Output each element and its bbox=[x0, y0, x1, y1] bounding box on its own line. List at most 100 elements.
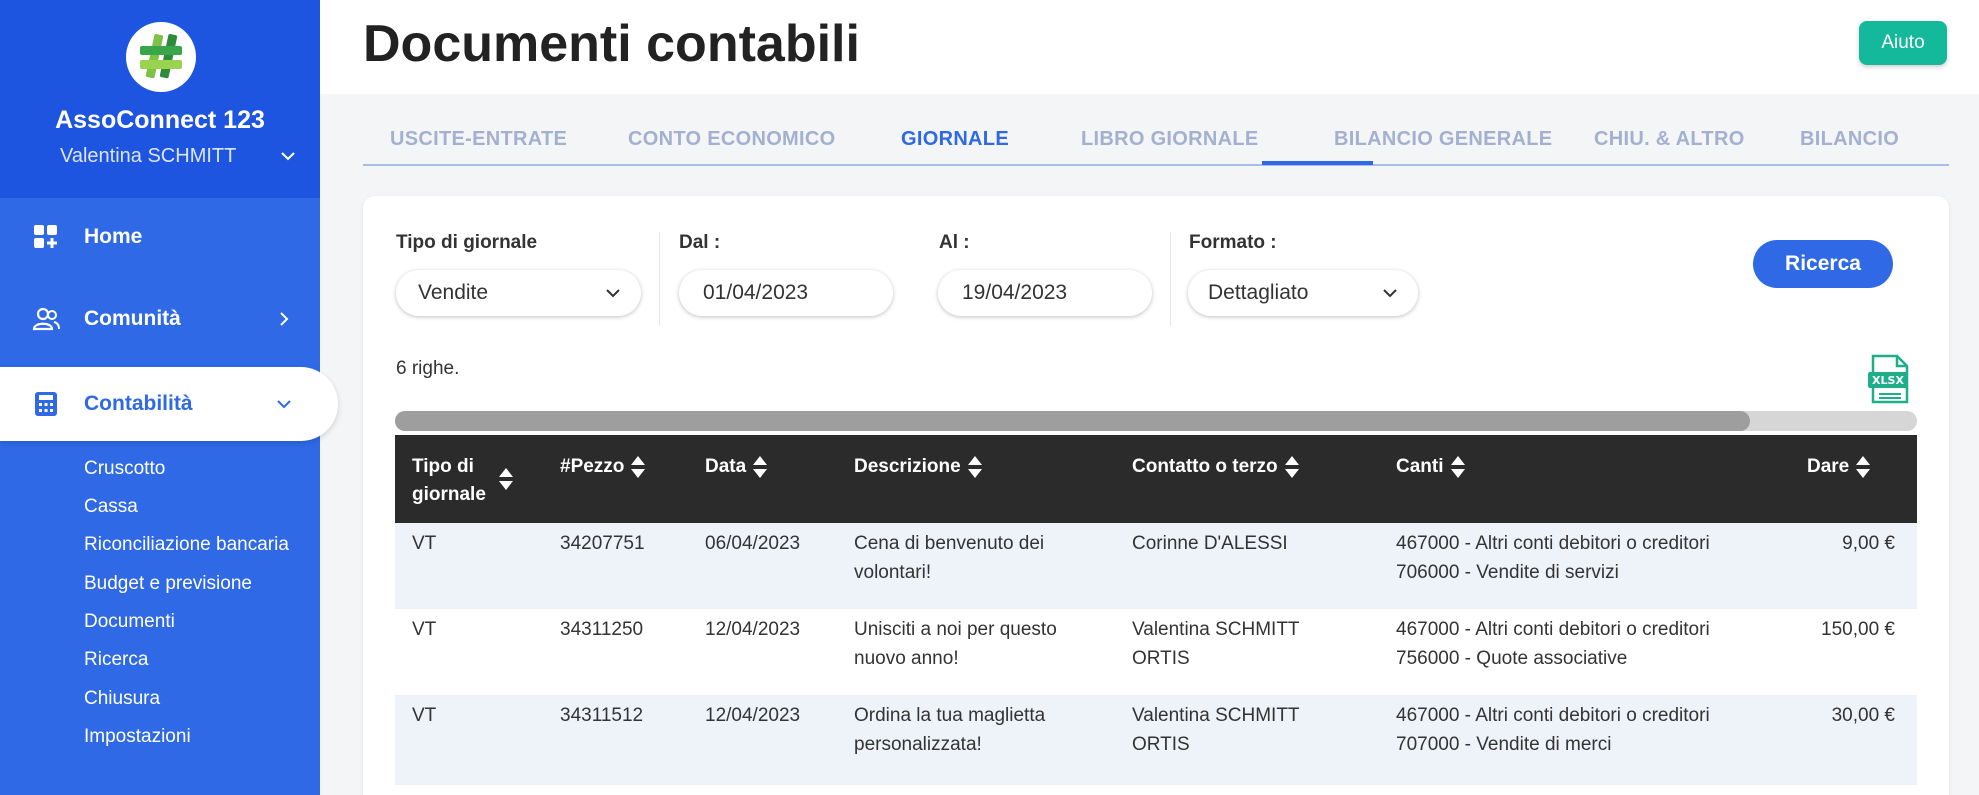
from-date-input[interactable]: 01/04/2023 bbox=[679, 270, 893, 316]
xlsx-file-icon[interactable]: XLSX bbox=[1867, 354, 1911, 404]
from-date-label: Dal : bbox=[679, 232, 721, 253]
sub-item-documents[interactable]: Documenti bbox=[84, 611, 175, 633]
cell-piece: 34311512 bbox=[560, 705, 644, 726]
header-contact[interactable]: Contatto o terzo bbox=[1132, 453, 1300, 481]
header-label: #Pezzo bbox=[560, 456, 625, 477]
header-debit[interactable]: Dare bbox=[1807, 453, 1871, 481]
sub-item-closing[interactable]: Chiusura bbox=[84, 688, 160, 710]
sub-item-search[interactable]: Ricerca bbox=[84, 649, 148, 671]
description-line: Unisciti a noi per questo bbox=[854, 619, 1057, 640]
sub-item-cassa[interactable]: Cassa bbox=[84, 496, 138, 518]
tab-bilancio-generale[interactable]: BILANCIO GENERALE bbox=[1334, 128, 1552, 151]
sort-icon bbox=[753, 455, 768, 478]
description-line: Cena di benvenuto dei bbox=[854, 533, 1045, 554]
account-line: 756000 - Quote associative bbox=[1396, 648, 1628, 669]
tab-giornale[interactable]: GIORNALE bbox=[901, 128, 1009, 151]
table-row[interactable]: VT 34207751 06/04/2023 Cena di benvenuto… bbox=[395, 523, 1917, 609]
header-accounts[interactable]: Canti bbox=[1396, 453, 1466, 481]
chevron-down-icon bbox=[606, 289, 620, 298]
cell-accounts: 467000 - Altri conti debitori o creditor… bbox=[1396, 615, 1710, 673]
contact-line: Valentina SCHMITT bbox=[1132, 705, 1300, 726]
nav-item-community[interactable]: Comunità bbox=[0, 282, 320, 356]
cell-accounts: 467000 - Altri conti debitori o creditor… bbox=[1396, 529, 1710, 587]
from-date-value: 01/04/2023 bbox=[703, 281, 809, 304]
svg-text:XLSX: XLSX bbox=[1872, 374, 1904, 387]
journal-type-value: Vendite bbox=[418, 281, 489, 304]
format-value: Dettagliato bbox=[1208, 281, 1309, 304]
cell-debit: 30,00 € bbox=[1831, 705, 1895, 726]
organization-name: AssoConnect 123 bbox=[55, 106, 265, 134]
nav-label-community: Comunità bbox=[84, 307, 181, 330]
horizontal-scrollbar[interactable] bbox=[395, 411, 1917, 431]
user-name[interactable]: Valentina SCHMITT bbox=[60, 145, 236, 168]
page-title: Documenti contabili bbox=[363, 15, 860, 73]
tab-conto-economico[interactable]: CONTO ECONOMICO bbox=[628, 128, 835, 151]
header-label: Descrizione bbox=[854, 456, 961, 477]
header-label: Contatto o terzo bbox=[1132, 456, 1278, 477]
cell-debit: 150,00 € bbox=[1821, 619, 1895, 640]
sort-icon bbox=[967, 455, 982, 478]
account-line: 707000 - Vendite di merci bbox=[1396, 734, 1612, 755]
organization-logo[interactable] bbox=[126, 22, 196, 92]
table-row[interactable]: VT 34311512 12/04/2023 Ordina la tua mag… bbox=[395, 695, 1917, 785]
contact-line: Valentina SCHMITT bbox=[1132, 619, 1300, 640]
contact-line: Corinne D'ALESSI bbox=[1132, 533, 1288, 554]
account-line: 467000 - Altri conti debitori o creditor… bbox=[1396, 533, 1710, 554]
cell-date: 12/04/2023 bbox=[705, 619, 801, 640]
header-label: Dare bbox=[1807, 456, 1850, 477]
sub-item-budget[interactable]: Budget e previsione bbox=[84, 573, 252, 595]
format-label: Formato : bbox=[1189, 232, 1277, 253]
table-row[interactable]: VT 34311250 12/04/2023 Unisciti a noi pe… bbox=[395, 609, 1917, 695]
sub-item-bank-reconciliation[interactable]: Riconciliazione bancaria bbox=[84, 534, 289, 556]
format-select[interactable]: Dettagliato bbox=[1188, 270, 1418, 316]
chevron-down-icon bbox=[1383, 289, 1397, 298]
nav-label-accounting: Contabilità bbox=[84, 392, 193, 415]
chevron-right-icon bbox=[280, 312, 289, 326]
chevron-down-icon bbox=[277, 400, 291, 409]
tab-uscite-entrate[interactable]: USCITE-ENTRATE bbox=[390, 128, 567, 151]
journal-type-select[interactable]: Vendite bbox=[396, 270, 641, 316]
filter-divider bbox=[1170, 232, 1171, 326]
nav-item-home[interactable]: Home bbox=[0, 200, 320, 274]
tab-bilancio[interactable]: BILANCIO bbox=[1800, 128, 1899, 151]
scrollbar-thumb[interactable] bbox=[395, 411, 1750, 431]
contact-line: ORTIS bbox=[1132, 648, 1190, 669]
header-label: Canti bbox=[1396, 456, 1444, 477]
tab-chiusura-altro[interactable]: CHIU. & ALTRO bbox=[1594, 128, 1745, 151]
cell-piece: 34311250 bbox=[560, 619, 644, 640]
search-button[interactable]: Ricerca bbox=[1753, 240, 1893, 288]
cell-piece: 34207751 bbox=[560, 533, 645, 554]
to-date-input[interactable]: 19/04/2023 bbox=[938, 270, 1152, 316]
sidebar-header: AssoConnect 123 Valentina SCHMITT bbox=[0, 0, 320, 198]
cell-description: Ordina la tua maglietta personalizzata! bbox=[854, 701, 1045, 759]
calculator-icon bbox=[35, 392, 57, 416]
journal-card: Tipo di giornale Vendite Dal : 01/04/202… bbox=[363, 196, 1949, 795]
sub-item-cruscotto[interactable]: Cruscotto bbox=[84, 458, 165, 480]
cell-debit: 9,00 € bbox=[1842, 533, 1895, 554]
sort-icon[interactable] bbox=[498, 467, 514, 491]
row-count: 6 righe. bbox=[396, 358, 460, 379]
header-description[interactable]: Descrizione bbox=[854, 453, 983, 481]
header-piece[interactable]: #Pezzo bbox=[560, 453, 646, 481]
account-line: 706000 - Vendite di servizi bbox=[1396, 562, 1619, 583]
journal-table: Tipo di giornale #Pezzo Data Descrizione… bbox=[395, 435, 1917, 785]
contact-line: ORTIS bbox=[1132, 734, 1190, 755]
sort-icon bbox=[631, 455, 646, 478]
help-button[interactable]: Aiuto bbox=[1859, 21, 1947, 65]
sort-icon bbox=[1856, 455, 1871, 478]
cell-date: 06/04/2023 bbox=[705, 533, 801, 554]
account-line: 467000 - Altri conti debitori o creditor… bbox=[1396, 705, 1710, 726]
header-date[interactable]: Data bbox=[705, 453, 768, 481]
account-line: 467000 - Altri conti debitori o creditor… bbox=[1396, 619, 1710, 640]
description-line: volontari! bbox=[854, 562, 932, 583]
chevron-down-icon[interactable] bbox=[278, 146, 298, 166]
cell-accounts: 467000 - Altri conti debitori o creditor… bbox=[1396, 701, 1710, 759]
nav-item-accounting[interactable]: Contabilità bbox=[0, 367, 338, 441]
tab-libro-giornale[interactable]: LIBRO GIORNALE bbox=[1081, 128, 1259, 151]
sub-item-settings[interactable]: Impostazioni bbox=[84, 726, 191, 748]
sidebar: AssoConnect 123 Valentina SCHMITT Home C… bbox=[0, 0, 338, 795]
cell-type: VT bbox=[412, 533, 437, 554]
users-icon bbox=[32, 307, 60, 331]
cell-type: VT bbox=[412, 619, 437, 640]
nav-label-home: Home bbox=[84, 225, 143, 248]
